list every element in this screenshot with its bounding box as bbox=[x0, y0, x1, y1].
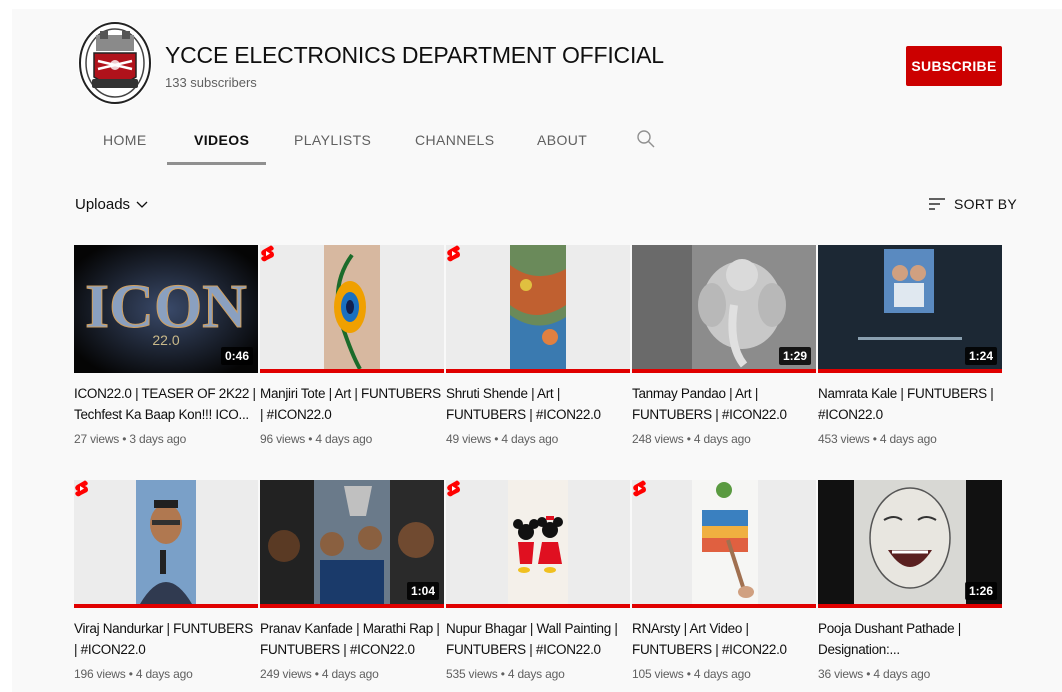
tab-videos[interactable]: VIDEOS bbox=[194, 132, 249, 148]
shorts-icon bbox=[447, 245, 460, 262]
channel-title: YCCE ELECTRONICS DEPARTMENT OFFICIAL bbox=[165, 42, 664, 68]
watch-progress-bar bbox=[74, 604, 258, 608]
video-meta: 249 views • 4 days ago bbox=[260, 667, 379, 681]
thumbnail-image bbox=[74, 480, 258, 608]
video-title[interactable]: Shruti Shende | Art | FUNTUBERS | #ICON2… bbox=[446, 383, 630, 425]
video-card[interactable]: Shruti Shende | Art | FUNTUBERS | #ICON2… bbox=[446, 245, 630, 446]
video-card[interactable]: RNArsty | Art Video | FUNTUBERS | #ICON2… bbox=[632, 480, 816, 681]
video-duration: 1:29 bbox=[778, 347, 811, 365]
watch-progress-bar bbox=[632, 604, 816, 608]
video-title[interactable]: RNArsty | Art Video | FUNTUBERS | #ICON2… bbox=[632, 618, 816, 660]
video-card[interactable]: 1:24 Namrata Kale | FUNTUBERS | #ICON22.… bbox=[818, 245, 1002, 446]
video-card[interactable]: 1:29 Tanmay Pandao | Art | FUNTUBERS | #… bbox=[632, 245, 816, 446]
tab-home[interactable]: HOME bbox=[103, 132, 147, 148]
uploads-label: Uploads bbox=[75, 196, 131, 213]
shorts-icon bbox=[261, 245, 274, 262]
video-meta: 535 views • 4 days ago bbox=[446, 667, 565, 681]
video-thumbnail[interactable] bbox=[632, 480, 816, 608]
tab-playlists[interactable]: PLAYLISTS bbox=[294, 132, 371, 148]
sort-by-label: SORT BY bbox=[954, 196, 1018, 212]
watch-progress-bar bbox=[260, 369, 444, 373]
video-card[interactable]: Viraj Nandurkar | FUNTUBERS | #ICON22.0 … bbox=[74, 480, 258, 681]
video-meta: 453 views • 4 days ago bbox=[818, 432, 937, 446]
thumbnail-image bbox=[632, 480, 816, 608]
video-card[interactable]: 1:26 Pooja Dushant Pathade | Designation… bbox=[818, 480, 1002, 681]
video-duration: 1:26 bbox=[964, 582, 997, 600]
video-duration: 1:04 bbox=[406, 582, 439, 600]
video-thumbnail[interactable]: 1:29 bbox=[632, 245, 816, 373]
video-thumbnail[interactable] bbox=[446, 245, 630, 373]
video-card[interactable]: Nupur Bhagar | Wall Painting | FUNTUBERS… bbox=[446, 480, 630, 681]
search-icon[interactable] bbox=[636, 129, 656, 149]
thumbnail-text: ICON bbox=[85, 273, 247, 341]
video-duration: 1:24 bbox=[964, 347, 997, 365]
video-thumbnail[interactable] bbox=[446, 480, 630, 608]
college-logo-icon bbox=[79, 22, 151, 104]
shorts-icon bbox=[447, 480, 460, 497]
video-duration: 0:46 bbox=[220, 347, 253, 365]
thumbnail-subtext: 22.0 bbox=[152, 332, 179, 348]
video-meta: 105 views • 4 days ago bbox=[632, 667, 751, 681]
thumbnail-image bbox=[446, 480, 630, 608]
video-title[interactable]: Namrata Kale | FUNTUBERS | #ICON22.0 bbox=[818, 383, 1002, 425]
video-thumbnail[interactable] bbox=[74, 480, 258, 608]
video-title[interactable]: ICON22.0 | TEASER OF 2K22 | Techfest Ka … bbox=[74, 383, 258, 425]
sort-icon bbox=[929, 198, 945, 210]
video-card[interactable]: ICON 22.0 0:46 ICON22.0 | TEASER OF 2K22… bbox=[74, 245, 258, 446]
channel-avatar[interactable] bbox=[78, 21, 152, 105]
video-title[interactable]: Viraj Nandurkar | FUNTUBERS | #ICON22.0 bbox=[74, 618, 258, 660]
watch-progress-bar bbox=[446, 369, 630, 373]
video-card[interactable]: Manjiri Tote | Art | FUNTUBERS | #ICON22… bbox=[260, 245, 444, 446]
video-thumbnail[interactable]: ICON 22.0 0:46 bbox=[74, 245, 258, 373]
watch-progress-bar bbox=[818, 369, 1002, 373]
watch-progress-bar bbox=[446, 604, 630, 608]
channel-page: YCCE ELECTRONICS DEPARTMENT OFFICIAL 133… bbox=[0, 0, 1062, 692]
video-title[interactable]: Pranav Kanfade | Marathi Rap | FUNTUBERS… bbox=[260, 618, 444, 660]
thumbnail-image bbox=[260, 245, 444, 373]
video-thumbnail[interactable]: 1:26 bbox=[818, 480, 1002, 608]
video-thumbnail[interactable]: 1:24 bbox=[818, 245, 1002, 373]
video-card[interactable]: 1:04 Pranav Kanfade | Marathi Rap | FUNT… bbox=[260, 480, 444, 681]
shorts-icon bbox=[75, 480, 88, 497]
watch-progress-bar bbox=[260, 604, 444, 608]
video-meta: 196 views • 4 days ago bbox=[74, 667, 193, 681]
subscriber-count: 133 subscribers bbox=[165, 75, 257, 90]
shorts-icon bbox=[633, 480, 646, 497]
watch-progress-bar bbox=[818, 604, 1002, 608]
uploads-dropdown[interactable]: Uploads bbox=[75, 196, 148, 213]
video-meta: 96 views • 4 days ago bbox=[260, 432, 373, 446]
video-title[interactable]: Manjiri Tote | Art | FUNTUBERS | #ICON22… bbox=[260, 383, 444, 425]
subscribe-button[interactable]: SUBSCRIBE bbox=[906, 46, 1002, 86]
video-meta: 36 views • 4 days ago bbox=[818, 667, 931, 681]
video-thumbnail[interactable]: 1:04 bbox=[260, 480, 444, 608]
video-meta: 49 views • 4 days ago bbox=[446, 432, 559, 446]
tab-channels[interactable]: CHANNELS bbox=[415, 132, 494, 148]
tab-about[interactable]: ABOUT bbox=[537, 132, 587, 148]
video-title[interactable]: Tanmay Pandao | Art | FUNTUBERS | #ICON2… bbox=[632, 383, 816, 425]
video-thumbnail[interactable] bbox=[260, 245, 444, 373]
video-title[interactable]: Nupur Bhagar | Wall Painting | FUNTUBERS… bbox=[446, 618, 630, 660]
sort-by-button[interactable]: SORT BY bbox=[928, 196, 1017, 212]
watch-progress-bar bbox=[632, 369, 816, 373]
video-meta: 27 views • 3 days ago bbox=[74, 432, 187, 446]
thumbnail-image bbox=[446, 245, 630, 373]
video-meta: 248 views • 4 days ago bbox=[632, 432, 751, 446]
video-title[interactable]: Pooja Dushant Pathade | Designation:... bbox=[818, 618, 1002, 660]
chevron-down-icon bbox=[136, 201, 148, 208]
active-tab-indicator bbox=[167, 162, 266, 165]
